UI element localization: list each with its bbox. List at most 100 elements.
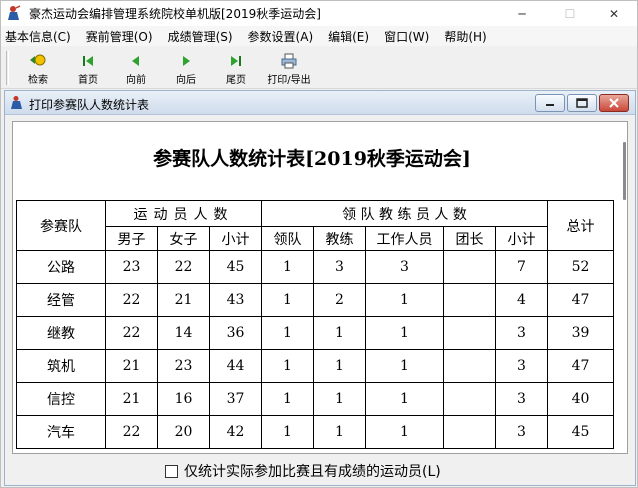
stats-table: 参赛队 运动员人数 领 队 教 练 员 人 数 总计 男子 女子 小计 领队 教… [16, 200, 614, 449]
print-export-button[interactable]: 打印/导出 [261, 51, 317, 87]
cell-worker: 1 [365, 349, 444, 383]
cell-total: 40 [547, 382, 614, 416]
header-total: 总计 [547, 200, 614, 251]
cell-subtotal-staff: 4 [495, 283, 548, 317]
cell-captain [443, 316, 496, 350]
cell-coach: 1 [313, 316, 366, 350]
report-preview: 参赛队人数统计表[2019秋季运动会] 参赛队 运动员人数 领 队 教 练 员 … [12, 121, 628, 454]
prev-page-icon [132, 56, 139, 66]
close-button[interactable]: ✕ [591, 1, 637, 26]
report-title: 参赛队人数统计表[2019秋季运动会] [153, 148, 471, 170]
first-page-label: 首页 [78, 75, 98, 86]
cell-total: 45 [547, 415, 614, 449]
restore-icon [576, 98, 588, 108]
actual-participants-option[interactable]: 仅统计实际参加比赛且有成绩的运动员(L) [165, 461, 441, 481]
header-subtotal-staff: 小计 [495, 226, 548, 251]
cell-male: 21 [105, 349, 158, 383]
cell-leader: 1 [261, 415, 314, 449]
cell-male: 22 [105, 415, 158, 449]
cell-leader: 1 [261, 250, 314, 284]
maximize-button[interactable]: ☐ [547, 1, 593, 26]
cell-subtotal-staff: 3 [495, 316, 548, 350]
next-page-button[interactable]: 向后 [161, 51, 211, 87]
cell-female: 21 [157, 283, 210, 317]
cell-male: 23 [105, 250, 158, 284]
header-female: 女子 [157, 226, 210, 251]
actual-participants-checkbox[interactable] [165, 464, 178, 478]
cell-team: 公路 [16, 250, 106, 284]
header-row-2: 男子 女子 小计 领队 教练 工作人员 团长 小计 [17, 226, 614, 251]
cell-team: 筑机 [16, 349, 106, 383]
cell-coach: 1 [313, 349, 366, 383]
close-icon [609, 98, 619, 108]
child-close-button[interactable] [599, 94, 629, 112]
child-title-bar: 打印参赛队人数统计表 [5, 91, 635, 115]
table-row: 筑机 21 23 44 1 1 1 3 47 [16, 349, 614, 383]
toolbar: 检索 首页 向前 向后 尾页 打印/导出 [1, 47, 637, 89]
minimize-icon [546, 104, 554, 106]
window-title: 豪杰运动会编排管理系统院校单机版[2019秋季运动会] [29, 7, 321, 21]
cell-leader: 1 [261, 382, 314, 416]
next-page-icon [183, 56, 190, 66]
child-window-icon [11, 95, 23, 113]
cell-team: 经管 [16, 283, 106, 317]
first-page-button[interactable]: 首页 [63, 51, 113, 87]
vertical-scrollbar[interactable] [623, 142, 626, 200]
cell-female: 16 [157, 382, 210, 416]
app-logo-icon [7, 5, 21, 21]
cell-subtotal-athletes: 36 [209, 316, 262, 350]
cell-male: 22 [105, 316, 158, 350]
cell-captain [443, 349, 496, 383]
header-male: 男子 [105, 226, 158, 251]
cell-captain [443, 382, 496, 416]
cell-subtotal-staff: 3 [495, 382, 548, 416]
header-worker: 工作人员 [365, 226, 444, 251]
menu-help[interactable]: 帮助(H) [444, 28, 486, 45]
printer-icon [281, 53, 297, 69]
header-leader: 领队 [261, 226, 314, 251]
cell-leader: 1 [261, 349, 314, 383]
cell-subtotal-athletes: 43 [209, 283, 262, 317]
actual-participants-label[interactable]: 仅统计实际参加比赛且有成绩的运动员(L) [184, 461, 441, 481]
menu-edit[interactable]: 编辑(E) [328, 28, 369, 45]
table-row: 继教 22 14 36 1 1 1 3 39 [16, 316, 614, 350]
cell-team: 汽车 [16, 415, 106, 449]
menu-scores[interactable]: 成绩管理(S) [168, 28, 233, 45]
cell-coach: 3 [313, 250, 366, 284]
cell-worker: 3 [365, 250, 444, 284]
cell-male: 22 [105, 283, 158, 317]
cell-female: 14 [157, 316, 210, 350]
header-row-1: 参赛队 运动员人数 领 队 教 练 员 人 数 总计 [16, 200, 614, 251]
cell-worker: 1 [365, 316, 444, 350]
header-subtotal-athletes: 小计 [209, 226, 262, 251]
last-page-label: 尾页 [226, 75, 246, 86]
search-label: 检索 [28, 75, 48, 86]
header-athletes: 运动员人数 [105, 200, 262, 227]
title-bar: 豪杰运动会编排管理系统院校单机版[2019秋季运动会] ─ ☐ ✕ [1, 1, 637, 26]
first-page-icon [83, 56, 93, 66]
child-minimize-button[interactable] [535, 94, 565, 112]
last-page-button[interactable]: 尾页 [211, 51, 261, 87]
cell-subtotal-athletes: 45 [209, 250, 262, 284]
table-row: 汽车 22 20 42 1 1 1 3 45 [16, 415, 614, 449]
cell-worker: 1 [365, 415, 444, 449]
child-window-title: 打印参赛队人数统计表 [29, 98, 150, 112]
search-button[interactable]: 检索 [13, 51, 63, 87]
cell-worker: 1 [365, 382, 444, 416]
cell-subtotal-staff: 3 [495, 415, 548, 449]
menu-settings[interactable]: 参数设置(A) [248, 28, 314, 45]
menu-window[interactable]: 窗口(W) [384, 28, 429, 45]
menu-basic-info[interactable]: 基本信息(C) [5, 28, 71, 45]
cell-captain [443, 283, 496, 317]
cell-total: 39 [547, 316, 614, 350]
header-team: 参赛队 [16, 200, 106, 251]
child-restore-button[interactable] [567, 94, 597, 112]
prev-page-button[interactable]: 向前 [111, 51, 161, 87]
cell-leader: 1 [261, 283, 314, 317]
cell-female: 22 [157, 250, 210, 284]
toolbar-grip[interactable] [6, 51, 9, 85]
cell-female: 23 [157, 349, 210, 383]
app-window: 豪杰运动会编排管理系统院校单机版[2019秋季运动会] ─ ☐ ✕ 基本信息(C… [0, 0, 638, 488]
minimize-button[interactable]: ─ [499, 1, 545, 26]
menu-pre-match[interactable]: 赛前管理(O) [86, 28, 153, 45]
